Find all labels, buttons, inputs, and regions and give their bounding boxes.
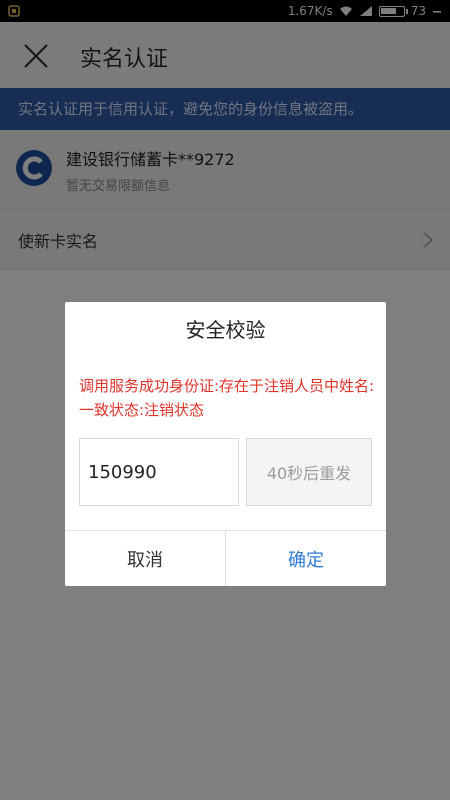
resend-button[interactable]: 40秒后重发 [246,438,372,506]
confirm-button[interactable]: 确定 [226,531,386,586]
cancel-button[interactable]: 取消 [65,531,226,586]
dialog-title: 安全校验 [185,318,266,342]
dialog-message: 调用服务成功身份证:存在于注销人员中姓名:一致状态:注销状态 [79,377,375,419]
dialog-actions: 取消 确定 [65,530,386,586]
security-check-dialog: 安全校验 调用服务成功身份证:存在于注销人员中姓名:一致状态:注销状态 40秒后… [65,302,386,586]
verification-code-input[interactable] [79,438,239,506]
screen: 1.67K/s 73 实名认证 实名认证用于信用认证，避免您的身份信息被盗用。 [0,0,450,800]
